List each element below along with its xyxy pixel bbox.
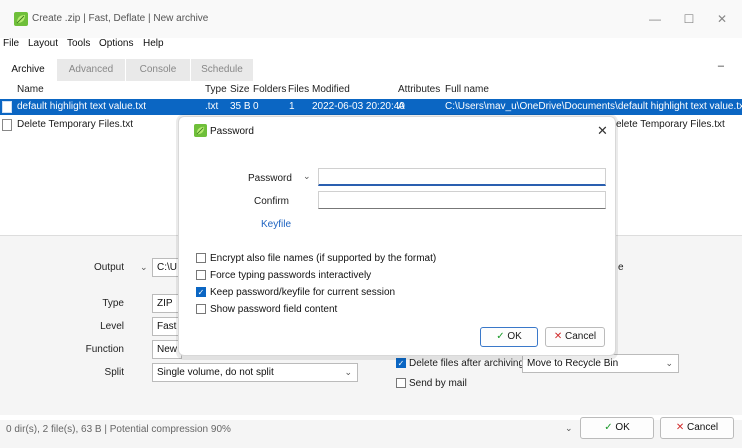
keep-password-option[interactable]: ✓ Keep password/keyfile for current sessi… xyxy=(196,287,395,298)
keyfile-link[interactable]: Keyfile xyxy=(261,219,291,230)
menu-options[interactable]: Options xyxy=(99,38,133,49)
show-password-checkbox[interactable] xyxy=(196,304,206,315)
dialog-close-button[interactable]: ✕ xyxy=(597,123,608,139)
password-label: Password xyxy=(248,173,292,184)
split-value: Single volume, do not split xyxy=(157,367,274,378)
password-input[interactable] xyxy=(318,168,606,186)
row-name: Delete Temporary Files.txt xyxy=(17,119,133,130)
collapse-dash[interactable]: – xyxy=(718,60,724,72)
chevron-down-icon[interactable]: ⌄ xyxy=(303,171,311,182)
encrypt-filenames-checkbox[interactable] xyxy=(196,253,206,264)
row-name: default highlight text value.txt xyxy=(17,101,146,112)
row-files: 1 xyxy=(289,101,295,112)
main-ok-button[interactable]: ✓ OK xyxy=(580,417,654,439)
column-header-folders[interactable]: Folders xyxy=(253,84,286,95)
show-password-option[interactable]: Show password field content xyxy=(196,304,337,315)
force-typing-checkbox[interactable] xyxy=(196,270,206,281)
file-icon xyxy=(2,119,12,131)
check-icon: ✓ xyxy=(604,422,613,433)
row-fullname: C:\Users\mav_u\OneDrive\Documents\defaul… xyxy=(445,101,742,112)
chevron-down-icon: ⌄ xyxy=(665,358,673,368)
column-header-modified[interactable]: Modified xyxy=(312,84,350,95)
split-select[interactable]: Single volume, do not split ⌄ xyxy=(152,363,358,382)
row-type: .txt xyxy=(205,101,219,112)
menu-help[interactable]: Help xyxy=(143,38,164,49)
row-attributes: A xyxy=(398,101,405,112)
row-size: 35 B xyxy=(230,101,251,112)
menu-file[interactable]: File xyxy=(3,38,19,49)
send-mail-label: Send by mail xyxy=(409,378,467,389)
tab-archive[interactable]: Archive xyxy=(0,59,56,81)
keep-password-label: Keep password/keyfile for current sessio… xyxy=(210,287,396,298)
main-ok-label: OK xyxy=(615,422,630,433)
row-modified: 2022-06-03 20:20:40 xyxy=(312,101,405,112)
chevron-down-icon[interactable]: ⌄ xyxy=(140,262,148,273)
column-header-attributes[interactable]: Attributes xyxy=(398,84,440,95)
right-panel-text: e xyxy=(618,262,624,273)
row-fullname: elete Temporary Files.txt xyxy=(616,119,725,130)
cross-icon: ✕ xyxy=(675,422,685,433)
force-typing-option[interactable]: Force typing passwords interactively xyxy=(196,270,371,281)
type-label: Type xyxy=(102,298,124,309)
title-bar: Create .zip | Fast, Deflate | New archiv… xyxy=(0,0,742,38)
dialog-ok-label: OK xyxy=(507,331,522,342)
dialog-cancel-label: Cancel xyxy=(565,331,597,342)
menu-tools[interactable]: Tools xyxy=(67,38,90,49)
level-label: Level xyxy=(100,321,124,332)
check-icon: ✓ xyxy=(496,331,505,342)
table-row[interactable]: default highlight text value.txt .txt 35… xyxy=(0,99,742,115)
dialog-cancel-button[interactable]: ✕ Cancel xyxy=(545,327,605,347)
confirm-label: Confirm xyxy=(254,196,290,207)
row-folders: 0 xyxy=(253,101,259,112)
peazip-leaf-icon xyxy=(194,124,207,137)
file-icon xyxy=(2,101,12,113)
column-header-size[interactable]: Size xyxy=(230,84,249,95)
close-window-button[interactable]: ✕ xyxy=(712,10,732,28)
minimize-button[interactable]: — xyxy=(645,10,665,28)
column-header-files[interactable]: Files xyxy=(288,84,309,95)
password-dialog xyxy=(178,116,616,356)
keep-password-checkbox[interactable]: ✓ xyxy=(196,287,206,298)
show-password-label: Show password field content xyxy=(210,304,338,315)
tab-bar: Archive Advanced Console Schedule xyxy=(0,59,742,81)
encrypt-filenames-label: Encrypt also file names (if supported by… xyxy=(210,253,437,264)
tab-console[interactable]: Console xyxy=(126,59,190,81)
cross-icon: ✕ xyxy=(553,331,563,342)
dialog-ok-button[interactable]: ✓ OK xyxy=(480,327,538,347)
column-header-name[interactable]: Name xyxy=(17,84,44,95)
output-label: Output xyxy=(93,262,124,273)
tab-schedule[interactable]: Schedule xyxy=(191,59,253,81)
split-label: Split xyxy=(104,367,124,378)
window-title: Create .zip | Fast, Deflate | New archiv… xyxy=(32,13,209,24)
encrypt-filenames-option[interactable]: Encrypt also file names (if supported by… xyxy=(196,253,436,264)
function-label: Function xyxy=(85,344,124,355)
tab-advanced[interactable]: Advanced xyxy=(57,59,125,81)
column-header-fullname[interactable]: Full name xyxy=(445,84,489,95)
dialog-title: Password xyxy=(210,126,254,137)
chevron-down-icon: ⌄ xyxy=(344,367,352,377)
column-header-type[interactable]: Type xyxy=(205,84,227,95)
maximize-button[interactable]: ☐ xyxy=(679,10,699,28)
send-mail-checkbox[interactable] xyxy=(396,378,406,388)
force-typing-label: Force typing passwords interactively xyxy=(210,270,372,281)
peazip-leaf-icon xyxy=(14,12,28,26)
menu-bar: File Layout Tools Options Help xyxy=(0,38,742,54)
main-cancel-label: Cancel xyxy=(687,422,719,433)
menu-layout[interactable]: Layout xyxy=(28,38,58,49)
confirm-input[interactable] xyxy=(318,191,606,209)
status-text: 0 dir(s), 2 file(s), 63 B | Potential co… xyxy=(6,424,231,435)
main-cancel-button[interactable]: ✕ Cancel xyxy=(660,417,734,439)
chevron-down-icon[interactable]: ⌄ xyxy=(565,423,573,434)
